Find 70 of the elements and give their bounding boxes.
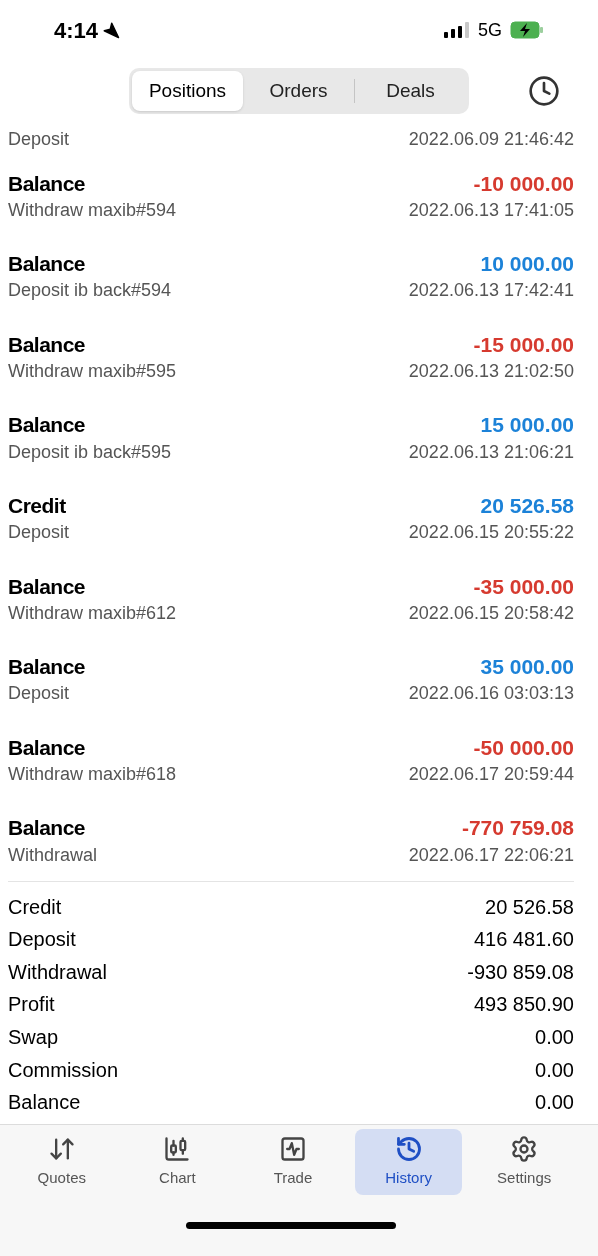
deal-amount: -35 000.00 — [473, 573, 574, 600]
deal-type: Balance — [8, 734, 86, 761]
deal-comment: Deposit — [8, 682, 70, 706]
summary-label: Deposit — [8, 927, 76, 953]
nav-tab[interactable]: Chart — [123, 1129, 232, 1195]
clock-icon[interactable] — [528, 75, 560, 107]
deal-comment: Deposit — [8, 521, 70, 545]
deal-type: Balance — [8, 815, 86, 842]
nav-tab[interactable]: Settings — [470, 1129, 578, 1195]
summary-value: -930 859.08 — [467, 959, 574, 985]
deal-amount: -770 759.08 — [461, 815, 574, 842]
deal-type: Balance — [8, 412, 86, 439]
segment-tab[interactable]: Deals — [355, 71, 466, 111]
deal-amount: 20 526.58 — [480, 492, 574, 519]
deal-comment: Withdraw maxib#595 — [8, 360, 177, 383]
summary-value: 0.00 — [535, 1025, 574, 1050]
deal-amount: 15 000.00 — [480, 412, 574, 439]
deal-time: 2022.06.17 20:59:44 — [408, 762, 574, 786]
deal-comment: Deposit — [8, 127, 70, 151]
summary-value: 0.00 — [535, 1090, 574, 1116]
deal-type: Balance — [8, 573, 86, 600]
segment-tab[interactable]: Orders — [243, 71, 354, 111]
summary-value: 416 481.60 — [473, 927, 574, 953]
summary-value: 20 526.58 — [485, 894, 574, 920]
summary-label: Withdrawal — [8, 959, 107, 985]
network-label: 5G — [478, 18, 502, 42]
candlestick-icon — [163, 1134, 192, 1163]
line-chart-icon — [279, 1134, 307, 1163]
deal-amount: 10 000.00 — [480, 251, 574, 278]
summary-label: Credit — [8, 894, 62, 920]
deal-comment: Deposit ib back#595 — [8, 440, 172, 464]
summary-value: 493 850.90 — [473, 992, 574, 1018]
summary-label: Balance — [8, 1090, 81, 1116]
signal-icon — [444, 22, 470, 38]
deal-comment: Withdraw maxib#594 — [8, 198, 177, 222]
deal-amount: 35 000.00 — [480, 654, 574, 681]
deal-amount: -10 000.00 — [473, 170, 574, 197]
deal-time: 2022.06.13 21:06:21 — [408, 440, 574, 464]
summary-label: Swap — [8, 1025, 59, 1050]
deal-comment: Withdrawal — [8, 843, 98, 867]
deal-time: 2022.06.13 17:41:05 — [408, 198, 574, 222]
deal-type: Balance — [8, 170, 86, 197]
deal-time: 2022.06.16 03:03:13 — [408, 682, 574, 706]
deal-comment: Withdraw maxib#618 — [8, 762, 177, 786]
deal-comment: Withdraw maxib#612 — [8, 601, 177, 625]
deal-amount: -50 000.00 — [473, 734, 574, 761]
deal-time: 2022.06.09 21:46:42 — [408, 127, 574, 151]
summary-value: 0.00 — [535, 1057, 574, 1083]
deal-amount: -15 000.00 — [473, 331, 574, 358]
deal-type: Balance — [8, 654, 86, 681]
deal-type: Balance — [8, 331, 86, 358]
battery-charging-icon — [510, 21, 544, 39]
history-icon — [394, 1134, 423, 1163]
settings-icon — [510, 1134, 539, 1163]
deal-time: 2022.06.15 20:58:42 — [408, 601, 574, 625]
deal-time: 2022.06.13 21:02:50 — [408, 360, 574, 383]
nav-tab[interactable]: Quotes — [8, 1129, 116, 1195]
deal-type: Credit — [8, 492, 66, 519]
summary-label: Commission — [8, 1057, 119, 1083]
deal-time: 2022.06.17 22:06:21 — [408, 843, 574, 867]
location-arrow-icon — [102, 21, 121, 39]
deal-type: Balance — [8, 251, 86, 278]
nav-tab[interactable]: Trade — [239, 1129, 347, 1195]
deal-time: 2022.06.13 17:42:41 — [408, 279, 574, 303]
status-time: 4:14 — [54, 16, 99, 45]
segment-tab[interactable]: Positions — [132, 71, 243, 111]
summary-label: Profit — [8, 992, 55, 1018]
deal-time: 2022.06.15 20:55:22 — [408, 521, 574, 545]
nav-tab[interactable]: History — [354, 1129, 463, 1195]
deal-comment: Deposit ib back#594 — [8, 279, 172, 303]
